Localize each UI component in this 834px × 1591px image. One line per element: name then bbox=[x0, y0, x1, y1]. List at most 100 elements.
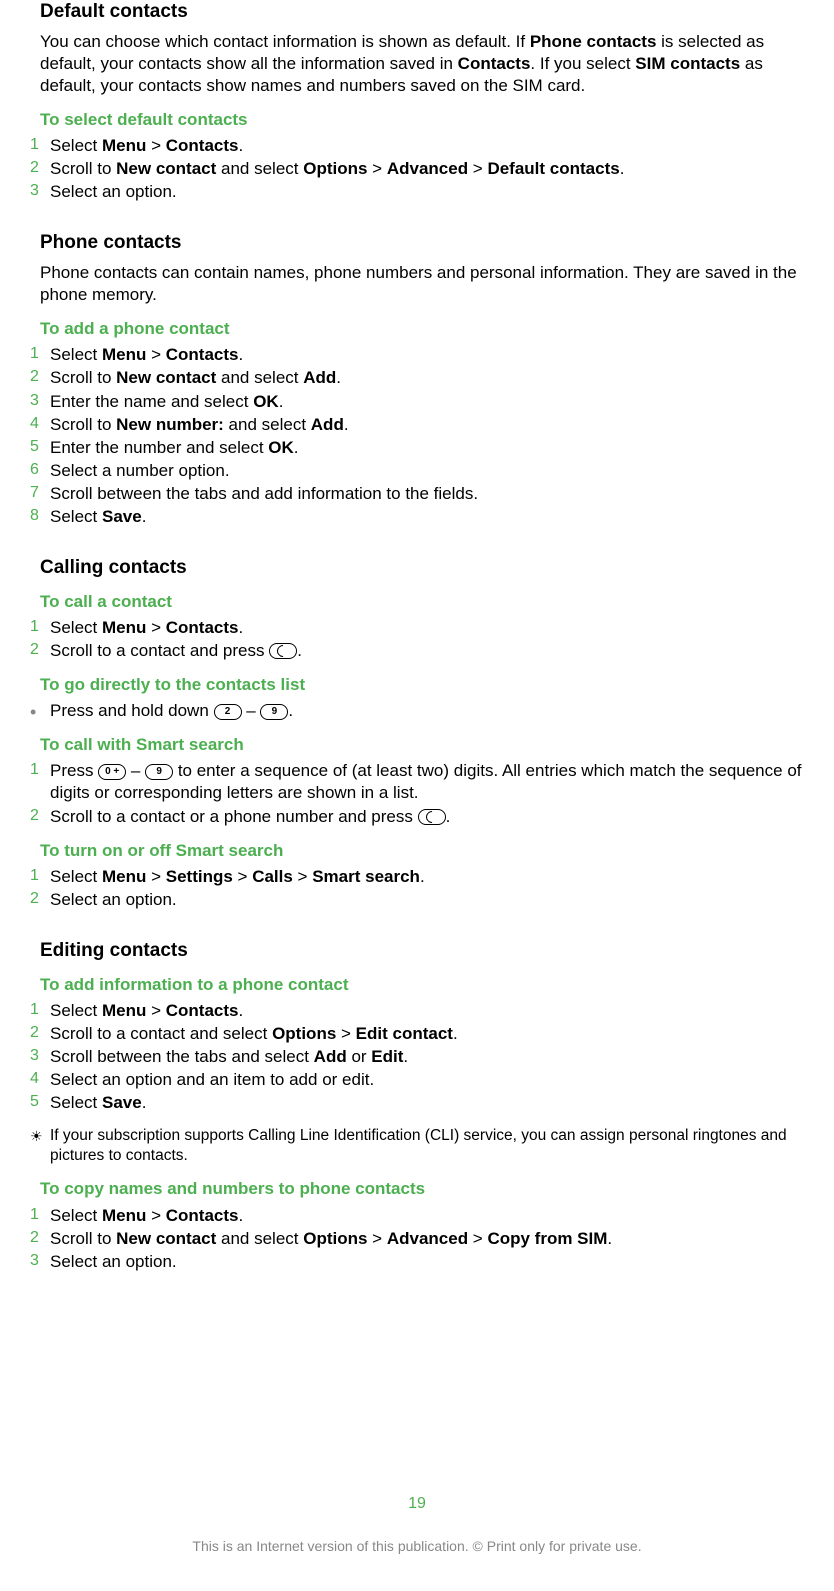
text: > bbox=[146, 136, 165, 155]
step: 2Scroll to a contact and select Options … bbox=[30, 1023, 804, 1045]
key-9-icon: 9 bbox=[260, 704, 288, 720]
text: . bbox=[238, 345, 243, 364]
subheading-toggle-smart-search: To turn on or off Smart search bbox=[40, 840, 804, 862]
bold: Menu bbox=[102, 136, 146, 155]
text: Press bbox=[50, 761, 98, 780]
para-phone-contacts: Phone contacts can contain names, phone … bbox=[40, 262, 804, 306]
text: Select bbox=[50, 1093, 102, 1112]
step-number: 1 bbox=[30, 1000, 50, 1021]
text: > bbox=[367, 1229, 386, 1248]
step: 5Select Save. bbox=[30, 1092, 804, 1114]
text: Scroll to bbox=[50, 415, 116, 434]
step-number: 3 bbox=[30, 181, 50, 202]
step-text: Select Menu > Contacts. bbox=[50, 1000, 804, 1022]
bold: OK bbox=[253, 392, 279, 411]
text: > bbox=[336, 1024, 355, 1043]
text: . bbox=[238, 618, 243, 637]
steps-smart-search: 1Press 0 + – 9 to enter a sequence of (a… bbox=[30, 760, 804, 827]
text: . bbox=[142, 507, 147, 526]
step: 3Enter the name and select OK. bbox=[30, 391, 804, 413]
step-text: Scroll to a contact or a phone number an… bbox=[50, 806, 804, 828]
bold: Phone contacts bbox=[530, 32, 657, 51]
bold: Options bbox=[303, 159, 367, 178]
step-text: Select Menu > Contacts. bbox=[50, 1205, 804, 1227]
steps-add-info: 1Select Menu > Contacts. 2Scroll to a co… bbox=[30, 1000, 804, 1114]
text: and select bbox=[216, 368, 303, 387]
step: 1Press 0 + – 9 to enter a sequence of (a… bbox=[30, 760, 804, 804]
page-footer: 19 This is an Internet version of this p… bbox=[0, 1494, 834, 1555]
text: and select bbox=[216, 1229, 303, 1248]
step-text: Select Save. bbox=[50, 1092, 804, 1114]
text: – bbox=[242, 701, 261, 720]
step-text: Scroll between the tabs and select Add o… bbox=[50, 1046, 804, 1068]
text: Select bbox=[50, 867, 102, 886]
bold: New contact bbox=[116, 159, 216, 178]
text: . bbox=[238, 136, 243, 155]
text: Scroll to a contact or a phone number an… bbox=[50, 807, 418, 826]
step: 3Select an option. bbox=[30, 181, 804, 203]
step-text: Scroll to New number: and select Add. bbox=[50, 414, 804, 436]
text: Select bbox=[50, 1001, 102, 1020]
text: Select bbox=[50, 618, 102, 637]
step-text: Select Menu > Contacts. bbox=[50, 344, 804, 366]
step-number: 4 bbox=[30, 414, 50, 435]
text: . bbox=[279, 392, 284, 411]
text: Scroll between the tabs and select bbox=[50, 1047, 314, 1066]
text: Scroll to a contact and press bbox=[50, 641, 269, 660]
text: > bbox=[146, 618, 165, 637]
step-number: 3 bbox=[30, 1046, 50, 1067]
list-item: •Press and hold down 2 – 9. bbox=[30, 700, 804, 722]
text: You can choose which contact information… bbox=[40, 32, 530, 51]
step-text: Press 0 + – 9 to enter a sequence of (at… bbox=[50, 760, 804, 804]
bold: Smart search bbox=[312, 867, 420, 886]
text: Scroll to bbox=[50, 1229, 116, 1248]
text: > bbox=[146, 345, 165, 364]
step: 1Select Menu > Settings > Calls > Smart … bbox=[30, 866, 804, 888]
step-text: Select an option. bbox=[50, 1251, 804, 1273]
bold: Advanced bbox=[387, 159, 468, 178]
step-number: 1 bbox=[30, 866, 50, 887]
step: 2Scroll to New contact and select Option… bbox=[30, 1228, 804, 1250]
subheading-goto-contacts-list: To go directly to the contacts list bbox=[40, 674, 804, 696]
bold: SIM contacts bbox=[635, 54, 740, 73]
step: 1Select Menu > Contacts. bbox=[30, 135, 804, 157]
step: 1Select Menu > Contacts. bbox=[30, 344, 804, 366]
bold: New contact bbox=[116, 368, 216, 387]
bold: Menu bbox=[102, 345, 146, 364]
step: 1Select Menu > Contacts. bbox=[30, 1205, 804, 1227]
step-text: Select Menu > Settings > Calls > Smart s… bbox=[50, 866, 804, 888]
bold: Contacts bbox=[166, 1001, 239, 1020]
text: . bbox=[297, 641, 302, 660]
step-text: Select Menu > Contacts. bbox=[50, 135, 804, 157]
key-2-icon: 2 bbox=[214, 704, 242, 720]
subheading-add-info: To add information to a phone contact bbox=[40, 974, 804, 996]
text: . bbox=[344, 415, 349, 434]
bold: Menu bbox=[102, 1001, 146, 1020]
step-number: 1 bbox=[30, 617, 50, 638]
call-key-icon bbox=[269, 643, 297, 659]
step: 5Enter the number and select OK. bbox=[30, 437, 804, 459]
step-text: Select an option. bbox=[50, 889, 804, 911]
page-number: 19 bbox=[0, 1494, 834, 1515]
step-number: 1 bbox=[30, 135, 50, 156]
step: 4Scroll to New number: and select Add. bbox=[30, 414, 804, 436]
bold: Add bbox=[303, 368, 336, 387]
step-number: 1 bbox=[30, 760, 50, 781]
step: 1Select Menu > Contacts. bbox=[30, 1000, 804, 1022]
text: Select bbox=[50, 1206, 102, 1225]
heading-default-contacts: Default contacts bbox=[40, 0, 804, 25]
bold: Add bbox=[314, 1047, 347, 1066]
subheading-smart-search: To call with Smart search bbox=[40, 734, 804, 756]
text: > bbox=[367, 159, 386, 178]
text: Press and hold down bbox=[50, 701, 214, 720]
text: > bbox=[468, 159, 487, 178]
bold: Save bbox=[102, 1093, 142, 1112]
text: . bbox=[403, 1047, 408, 1066]
text: – bbox=[126, 761, 145, 780]
bullet-icon: • bbox=[30, 700, 50, 721]
step-text: Select Save. bbox=[50, 506, 804, 528]
tip-block: ☀ If your subscription supports Calling … bbox=[30, 1126, 804, 1166]
key-0-icon: 0 + bbox=[98, 764, 126, 780]
steps-add-phone-contact: 1Select Menu > Contacts. 2Scroll to New … bbox=[30, 344, 804, 528]
step-text: Select a number option. bbox=[50, 460, 804, 482]
